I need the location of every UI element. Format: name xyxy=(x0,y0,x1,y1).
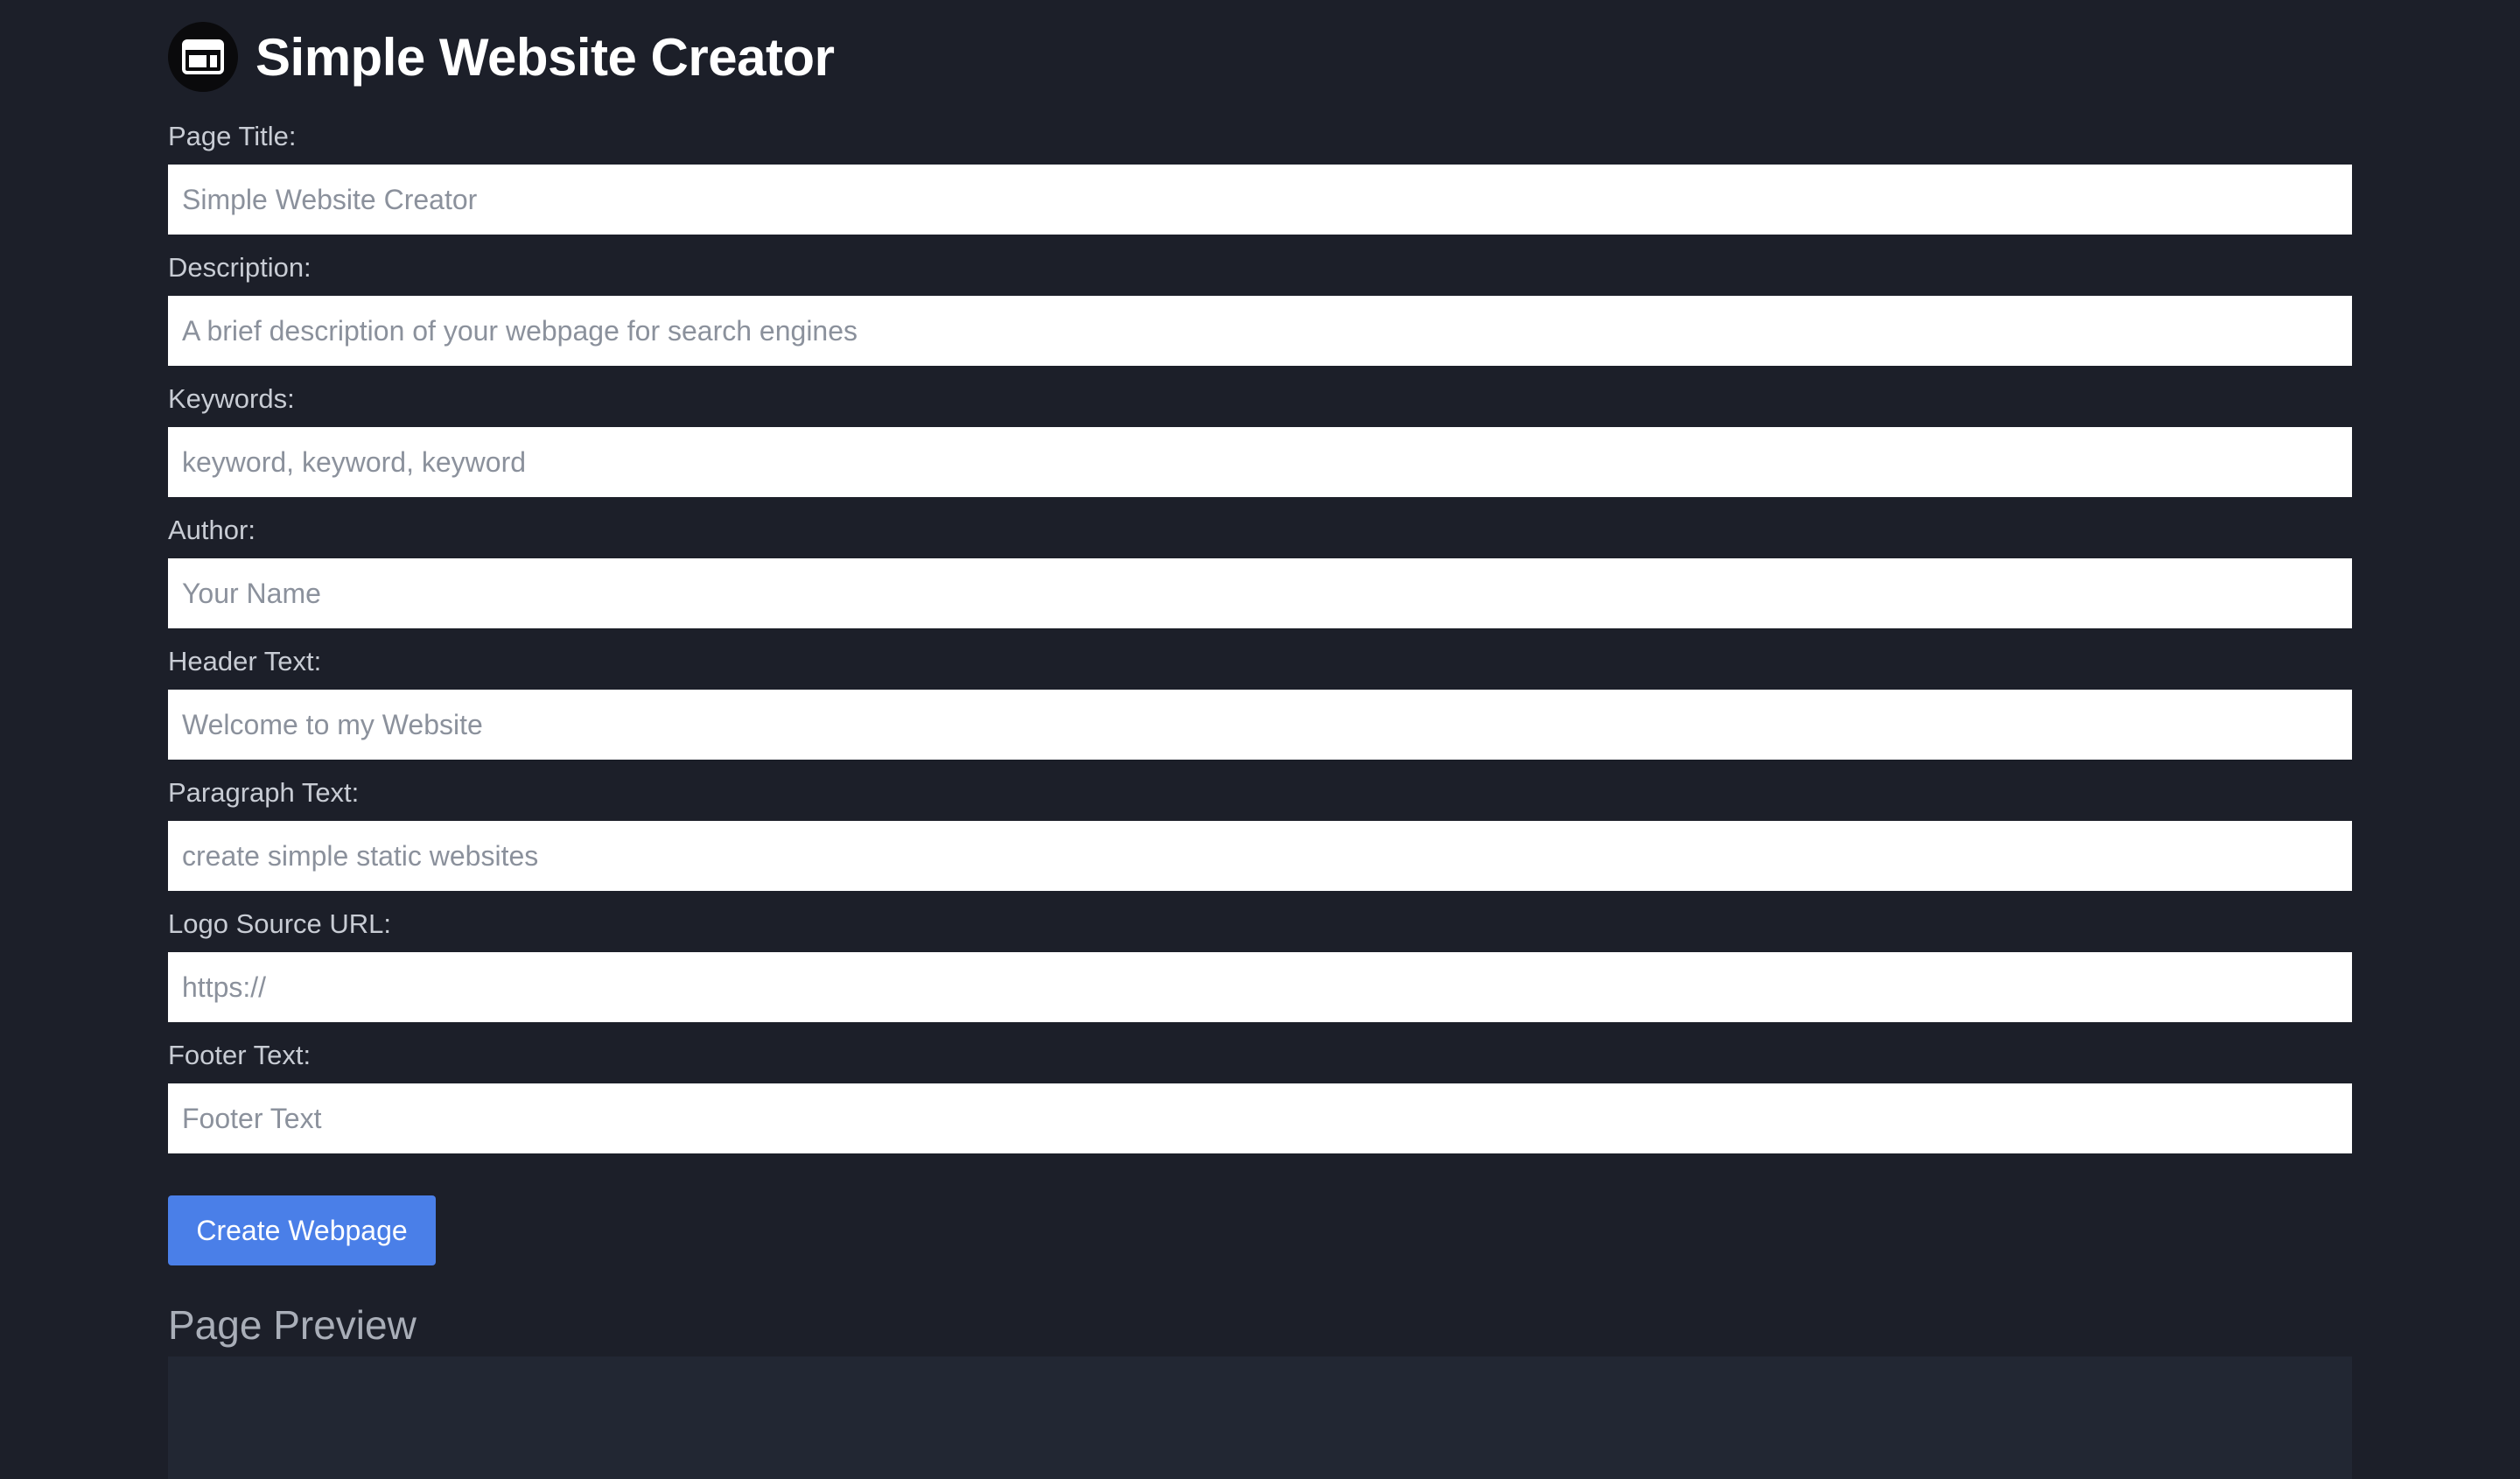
paragraph-text-label: Paragraph Text: xyxy=(168,777,360,808)
preview-panel xyxy=(168,1356,2352,1479)
page-title: Simple Website Creator xyxy=(256,27,835,87)
field-keywords: Keywords: xyxy=(168,385,2352,497)
field-footer-text: Footer Text: xyxy=(168,1041,2352,1153)
field-author: Author: xyxy=(168,516,2352,628)
description-label: Description: xyxy=(168,252,312,283)
app-header: Simple Website Creator xyxy=(168,0,2352,114)
header-text-label: Header Text: xyxy=(168,646,322,676)
footer-text-label: Footer Text: xyxy=(168,1040,312,1070)
keywords-label: Keywords: xyxy=(168,383,295,414)
field-description: Description: xyxy=(168,254,2352,366)
logo-url-input[interactable] xyxy=(168,952,2352,1022)
page-title-input[interactable] xyxy=(168,165,2352,235)
logo-url-label: Logo Source URL: xyxy=(168,908,392,939)
header-text-input[interactable] xyxy=(168,690,2352,760)
field-paragraph-text: Paragraph Text: xyxy=(168,779,2352,891)
page-title-label: Page Title: xyxy=(168,121,297,151)
field-logo-url: Logo Source URL: xyxy=(168,910,2352,1022)
app-container: Simple Website Creator Page Title: Descr… xyxy=(168,0,2352,1479)
create-webpage-button[interactable]: Create Webpage xyxy=(168,1195,436,1265)
keywords-input[interactable] xyxy=(168,427,2352,497)
preview-heading: Page Preview xyxy=(168,1302,416,1348)
paragraph-text-input[interactable] xyxy=(168,821,2352,891)
description-input[interactable] xyxy=(168,296,2352,366)
field-page-title: Page Title: xyxy=(168,123,2352,235)
footer-text-input[interactable] xyxy=(168,1083,2352,1153)
author-label: Author: xyxy=(168,515,256,545)
browser-window-icon xyxy=(168,22,238,92)
field-header-text: Header Text: xyxy=(168,648,2352,760)
author-input[interactable] xyxy=(168,558,2352,628)
website-form: Page Title: Description: Keywords: Autho… xyxy=(168,123,2352,1265)
